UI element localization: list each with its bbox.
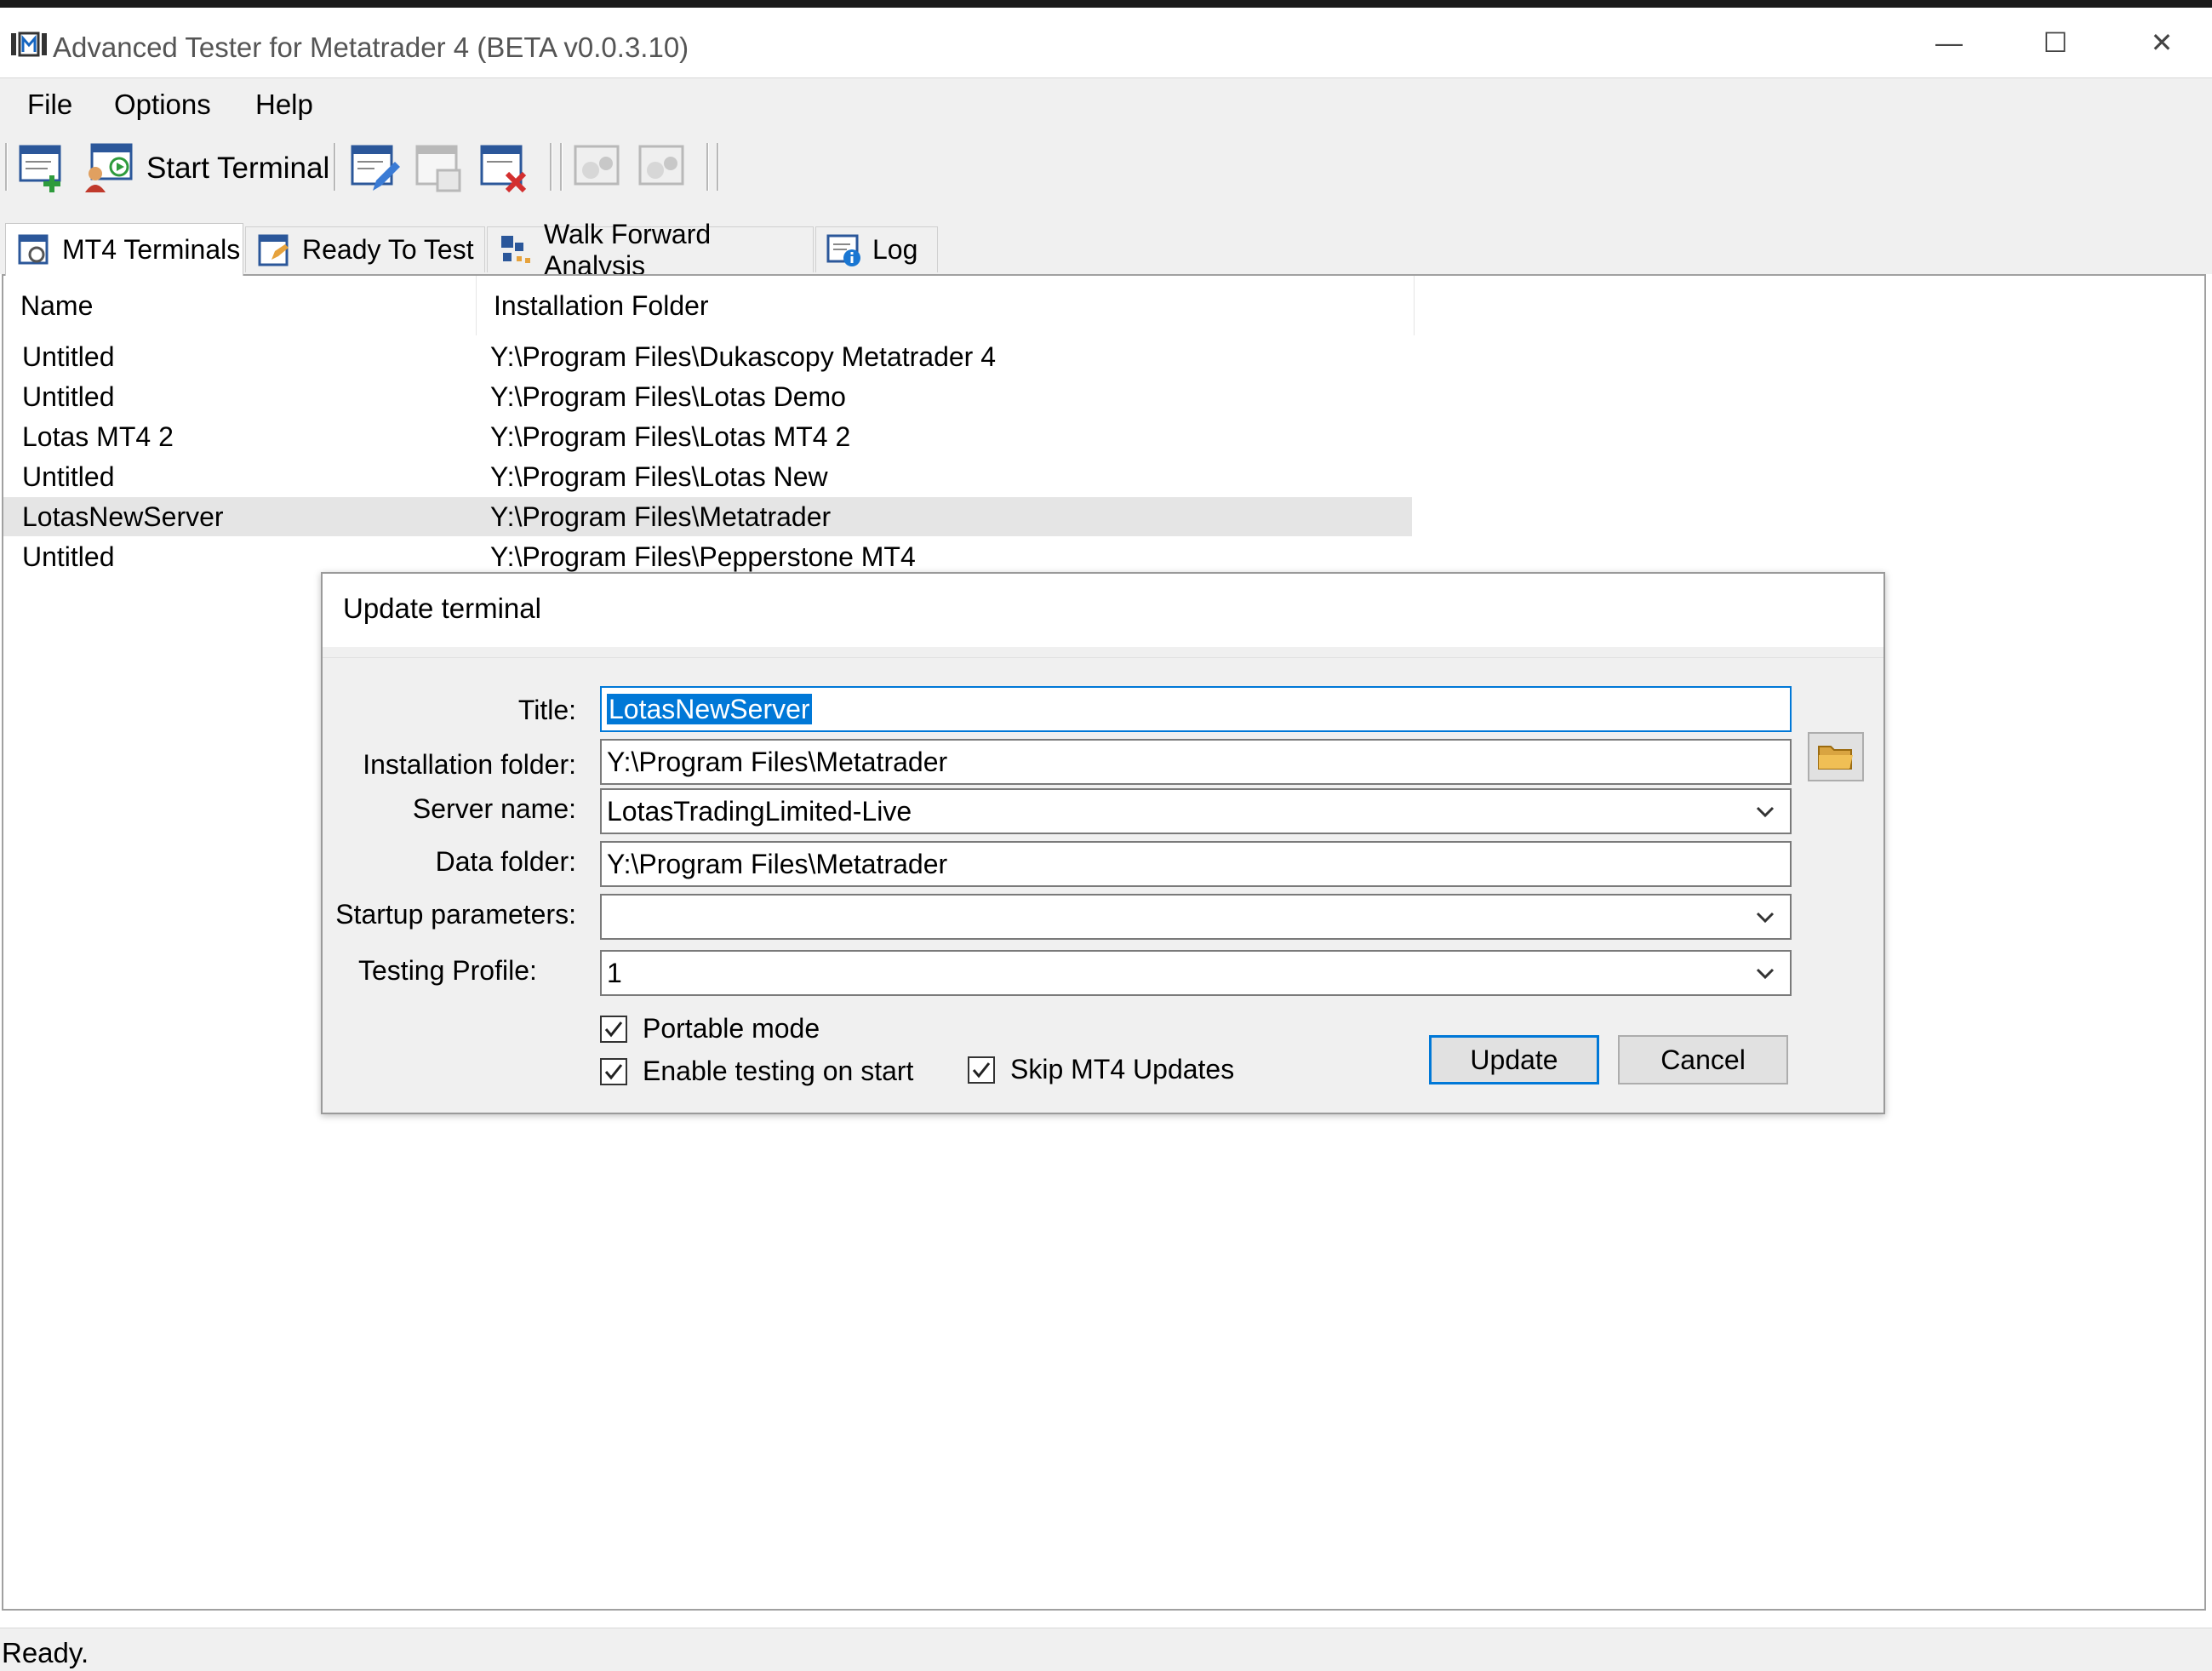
tab-walk-forward-analysis[interactable]: Walk Forward Analysis (487, 219, 814, 281)
status-bar: Ready. (0, 1628, 2212, 1671)
terminal-name-cell: LotasNewServer (22, 501, 224, 532)
browse-folder-button[interactable] (1808, 732, 1864, 781)
checkbox-checked-icon (600, 1057, 627, 1085)
tab-label: MT4 Terminals (62, 234, 241, 265)
menu-help[interactable]: Help (255, 89, 313, 121)
chevron-down-icon (1756, 806, 1775, 818)
status-text: Ready. (2, 1637, 89, 1668)
menu-options[interactable]: Options (114, 89, 211, 121)
startup-parameters-label: Startup parameters: (335, 899, 576, 930)
table-row[interactable]: Untitled Y:\Program Files\Lotas Demo (3, 377, 1412, 416)
log-tab-icon (826, 234, 860, 266)
terminal-name-cell: Untitled (22, 461, 115, 492)
terminal-name-cell: Untitled (22, 541, 115, 572)
toolbar: Start Terminal (0, 134, 2212, 228)
table-row[interactable]: Lotas MT4 2 Y:\Program Files\Lotas MT4 2 (3, 417, 1412, 456)
enable-testing-on-start-checkbox[interactable]: Enable testing on start (600, 1056, 913, 1087)
server-name-label: Server name: (412, 793, 576, 824)
toolbar-grip (5, 143, 8, 191)
start-terminal-icon[interactable] (82, 141, 134, 194)
skip-mt4-updates-checkbox[interactable]: Skip MT4 Updates (968, 1054, 1234, 1085)
terminal-folder-cell: Y:\Program Files\Lotas New (490, 461, 828, 492)
menu-bar: File Options Help (0, 78, 2212, 134)
toolbar-separator (706, 143, 709, 191)
terminal-settings-icon (574, 145, 620, 186)
data-folder-label: Data folder: (435, 846, 576, 877)
terminal-tools-icon (638, 145, 684, 186)
installation-folder-value: Y:\Program Files\Metatrader (607, 747, 948, 777)
table-row-selected[interactable]: LotasNewServer Y:\Program Files\Metatrad… (3, 497, 1412, 536)
column-header-installation-folder[interactable]: Installation Folder (477, 276, 1415, 335)
chevron-down-icon (1756, 968, 1775, 980)
title-label: Title: (517, 695, 576, 725)
terminal-folder-cell: Y:\Program Files\Lotas Demo (490, 381, 846, 412)
terminal-name-cell: Untitled (22, 381, 115, 412)
terminal-name-cell: Untitled (22, 341, 115, 372)
data-folder-input[interactable]: Y:\Program Files\Metatrader (600, 841, 1792, 887)
toolbar-separator (550, 143, 552, 191)
app-logo-icon (11, 31, 47, 57)
terminal-folder-cell: Y:\Program Files\Lotas MT4 2 (490, 421, 851, 452)
terminal-name-cell: Lotas MT4 2 (22, 421, 174, 452)
minimize-button[interactable]: — (1898, 8, 2000, 77)
testing-profile-dropdown[interactable]: 1 (600, 950, 1792, 996)
terminal-folder-cell: Y:\Program Files\Pepperstone MT4 (490, 541, 916, 572)
tab-ready-to-test[interactable]: Ready To Test (245, 226, 485, 272)
checkbox-checked-icon (600, 1015, 627, 1043)
toolbar-separator (560, 143, 563, 191)
terminal-folder-cell: Y:\Program Files\Metatrader (490, 501, 832, 532)
close-button[interactable]: ✕ (2111, 8, 2212, 77)
maximize-button[interactable]: ☐ (2004, 8, 2106, 77)
tab-label: Walk Forward Analysis (544, 218, 712, 281)
update-button[interactable]: Update (1429, 1035, 1599, 1084)
window-title: Advanced Tester for Metatrader 4 (BETA v… (53, 31, 689, 63)
background-window-strip (0, 0, 2212, 8)
walk-forward-tab-icon (501, 235, 530, 263)
tab-log[interactable]: Log (815, 226, 938, 272)
startup-parameters-dropdown[interactable] (600, 894, 1792, 940)
checkbox-checked-icon (968, 1056, 995, 1084)
edit-terminal-icon[interactable] (349, 141, 402, 194)
terminal-folder-cell: Y:\Program Files\Dukascopy Metatrader 4 (490, 341, 997, 372)
dialog-divider (323, 657, 1883, 658)
title-input[interactable]: LotasNewServer (600, 686, 1792, 732)
data-folder-value: Y:\Program Files\Metatrader (607, 849, 948, 879)
dialog-header: Update terminal (323, 574, 1883, 647)
delete-terminal-icon[interactable] (478, 141, 531, 194)
tab-label: Log (872, 234, 918, 265)
portable-mode-label: Portable mode (643, 1013, 820, 1044)
title-input-value: LotasNewServer (607, 694, 812, 724)
testing-profile-value: 1 (607, 958, 622, 988)
chevron-down-icon (1756, 912, 1775, 924)
table-row[interactable]: Untitled Y:\Program Files\Lotas New (3, 457, 1412, 496)
dialog-title: Update terminal (343, 592, 541, 624)
portable-mode-checkbox[interactable]: Portable mode (600, 1013, 820, 1044)
server-name-value: LotasTradingLimited-Live (607, 796, 912, 827)
table-row[interactable]: Untitled Y:\Program Files\Pepperstone MT… (3, 537, 1412, 576)
add-terminal-icon[interactable] (17, 141, 70, 194)
skip-updates-label: Skip MT4 Updates (1010, 1054, 1235, 1084)
column-header-name[interactable]: Name (3, 276, 477, 335)
installation-folder-label: Installation folder: (363, 749, 576, 780)
title-bar: Advanced Tester for Metatrader 4 (BETA v… (0, 8, 2212, 78)
tab-strip: MT4 Terminals Ready To Test Walk Forward… (0, 219, 2212, 281)
copy-terminal-icon (415, 145, 461, 192)
start-terminal-button[interactable]: Start Terminal (146, 152, 329, 186)
toolbar-separator (717, 143, 719, 191)
tab-label: Ready To Test (302, 234, 474, 265)
folder-icon (1818, 746, 1853, 770)
testing-profile-label: Testing Profile: (358, 955, 537, 986)
menu-file[interactable]: File (27, 89, 72, 121)
ready-to-test-tab-icon (258, 234, 289, 266)
update-terminal-dialog: Update terminal Title: LotasNewServer In… (321, 572, 1885, 1114)
cancel-button[interactable]: Cancel (1618, 1035, 1788, 1084)
server-name-dropdown[interactable]: LotasTradingLimited-Live (600, 788, 1792, 834)
toolbar-separator (334, 143, 336, 191)
installation-folder-input[interactable]: Y:\Program Files\Metatrader (600, 739, 1792, 785)
tab-mt4-terminals[interactable]: MT4 Terminals (5, 223, 243, 276)
terminals-tab-icon (18, 234, 49, 264)
enable-testing-label: Enable testing on start (643, 1056, 914, 1086)
table-row[interactable]: Untitled Y:\Program Files\Dukascopy Meta… (3, 337, 1412, 376)
